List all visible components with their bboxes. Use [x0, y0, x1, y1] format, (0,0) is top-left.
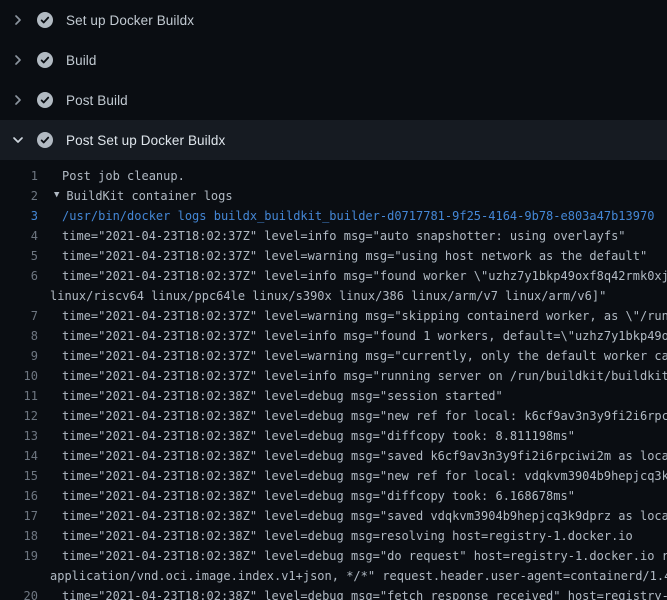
triangle-down-icon[interactable]: ▼	[54, 186, 66, 205]
line-number[interactable]: 17	[0, 506, 38, 526]
step-header-build[interactable]: Build	[0, 40, 667, 80]
line-number[interactable]: 5	[0, 246, 38, 266]
step-header-post-build[interactable]: Post Build	[0, 80, 667, 120]
log-text: application/vnd.oci.image.index.v1+json,…	[50, 566, 667, 586]
log-line: 18 time="2021-04-23T18:02:38Z" level=debu…	[0, 526, 667, 546]
log-text: time="2021-04-23T18:02:37Z" level=info m…	[62, 266, 667, 286]
step-title: Build	[66, 53, 97, 68]
log-line: 17 time="2021-04-23T18:02:38Z" level=debu…	[0, 506, 667, 526]
line-number	[0, 286, 38, 306]
log-text: time="2021-04-23T18:02:38Z" level=debug …	[62, 426, 575, 446]
log-text: time="2021-04-23T18:02:38Z" level=debug …	[62, 406, 667, 426]
check-circle-icon	[36, 11, 54, 29]
log-line: 6 time="2021-04-23T18:02:37Z" level=info …	[0, 266, 667, 286]
line-number[interactable]: 4	[0, 226, 38, 246]
log-line: 20 time="2021-04-23T18:02:38Z" level=debu…	[0, 586, 667, 600]
line-number[interactable]: 10	[0, 366, 38, 386]
line-number[interactable]: 16	[0, 486, 38, 506]
chevron-right-icon[interactable]	[10, 52, 26, 68]
log-line: 2 ▼BuildKit container logs	[0, 186, 667, 206]
line-number[interactable]: 19	[0, 546, 38, 566]
log-text: time="2021-04-23T18:02:38Z" level=debug …	[62, 586, 667, 600]
log-line: 7 time="2021-04-23T18:02:37Z" level=warni…	[0, 306, 667, 326]
line-number[interactable]: 1	[0, 166, 38, 186]
log-text[interactable]: BuildKit container logs	[66, 186, 232, 206]
check-circle-icon	[36, 51, 54, 69]
log-line: 4 time="2021-04-23T18:02:37Z" level=info …	[0, 226, 667, 246]
line-number	[0, 566, 38, 586]
log-text: time="2021-04-23T18:02:37Z" level=info m…	[62, 326, 667, 346]
log-line-continuation: linux/riscv64 linux/ppc64le linux/s390x …	[0, 286, 667, 306]
log-line: 14 time="2021-04-23T18:02:38Z" level=debu…	[0, 446, 667, 466]
chevron-right-icon[interactable]	[10, 92, 26, 108]
step-title: Post Build	[66, 93, 128, 108]
line-number[interactable]: 2	[0, 186, 38, 206]
log-line: 19 time="2021-04-23T18:02:38Z" level=debu…	[0, 546, 667, 566]
log-text: linux/riscv64 linux/ppc64le linux/s390x …	[50, 286, 606, 306]
line-number[interactable]: 13	[0, 426, 38, 446]
log-text: /usr/bin/docker logs buildx_buildkit_bui…	[62, 206, 654, 226]
line-number[interactable]: 9	[0, 346, 38, 366]
step-title: Post Set up Docker Buildx	[66, 133, 225, 148]
log-line: 10 time="2021-04-23T18:02:37Z" level=info…	[0, 366, 667, 386]
log-line: 15 time="2021-04-23T18:02:38Z" level=debu…	[0, 466, 667, 486]
log-text: time="2021-04-23T18:02:37Z" level=warnin…	[62, 246, 647, 266]
log-text: time="2021-04-23T18:02:37Z" level=warnin…	[62, 306, 667, 326]
chevron-down-icon[interactable]	[10, 132, 26, 148]
line-number[interactable]: 14	[0, 446, 38, 466]
log-line: 16 time="2021-04-23T18:02:38Z" level=debu…	[0, 486, 667, 506]
log-text: time="2021-04-23T18:02:38Z" level=debug …	[62, 526, 633, 546]
log-line: 8 time="2021-04-23T18:02:37Z" level=info …	[0, 326, 667, 346]
line-number[interactable]: 12	[0, 406, 38, 426]
log-text: time="2021-04-23T18:02:38Z" level=debug …	[62, 446, 667, 466]
step-list: Set up Docker Buildx Build Post Build Post …	[0, 0, 667, 160]
log-text: time="2021-04-23T18:02:38Z" level=debug …	[62, 546, 667, 566]
line-number[interactable]: 3	[0, 206, 38, 226]
log-line: 1 Post job cleanup.	[0, 166, 667, 186]
step-header-post-set-up-docker-buildx[interactable]: Post Set up Docker Buildx	[0, 120, 667, 160]
log-line: 11 time="2021-04-23T18:02:38Z" level=debu…	[0, 386, 667, 406]
log-text: time="2021-04-23T18:02:37Z" level=info m…	[62, 366, 667, 386]
log-text: time="2021-04-23T18:02:37Z" level=info m…	[62, 226, 626, 246]
line-number[interactable]: 8	[0, 326, 38, 346]
log-text: time="2021-04-23T18:02:38Z" level=debug …	[62, 386, 503, 406]
log-text: Post job cleanup.	[62, 166, 185, 186]
log-line: 12 time="2021-04-23T18:02:38Z" level=debu…	[0, 406, 667, 426]
log-line: 9 time="2021-04-23T18:02:37Z" level=warni…	[0, 346, 667, 366]
log-text: time="2021-04-23T18:02:38Z" level=debug …	[62, 506, 667, 526]
line-number[interactable]: 18	[0, 526, 38, 546]
line-number[interactable]: 6	[0, 266, 38, 286]
log-line: 13 time="2021-04-23T18:02:38Z" level=debu…	[0, 426, 667, 446]
line-number[interactable]: 15	[0, 466, 38, 486]
log-line: 5 time="2021-04-23T18:02:37Z" level=warni…	[0, 246, 667, 266]
log-text: time="2021-04-23T18:02:38Z" level=debug …	[62, 486, 575, 506]
step-header-set-up-docker-buildx[interactable]: Set up Docker Buildx	[0, 0, 667, 40]
check-circle-icon	[36, 91, 54, 109]
line-number[interactable]: 20	[0, 586, 38, 600]
line-number[interactable]: 7	[0, 306, 38, 326]
log-text: time="2021-04-23T18:02:37Z" level=warnin…	[62, 346, 667, 366]
line-number[interactable]: 11	[0, 386, 38, 406]
log-line: 3/usr/bin/docker logs buildx_buildkit_bu…	[0, 206, 667, 226]
log-body: 1 Post job cleanup. 2 ▼BuildKit container l…	[0, 160, 667, 600]
chevron-right-icon[interactable]	[10, 12, 26, 28]
check-circle-icon	[36, 131, 54, 149]
actions-log-viewer: Set up Docker Buildx Build Post Build Post …	[0, 0, 667, 600]
log-line-continuation: application/vnd.oci.image.index.v1+json,…	[0, 566, 667, 586]
log-text: time="2021-04-23T18:02:38Z" level=debug …	[62, 466, 667, 486]
step-title: Set up Docker Buildx	[66, 13, 194, 28]
